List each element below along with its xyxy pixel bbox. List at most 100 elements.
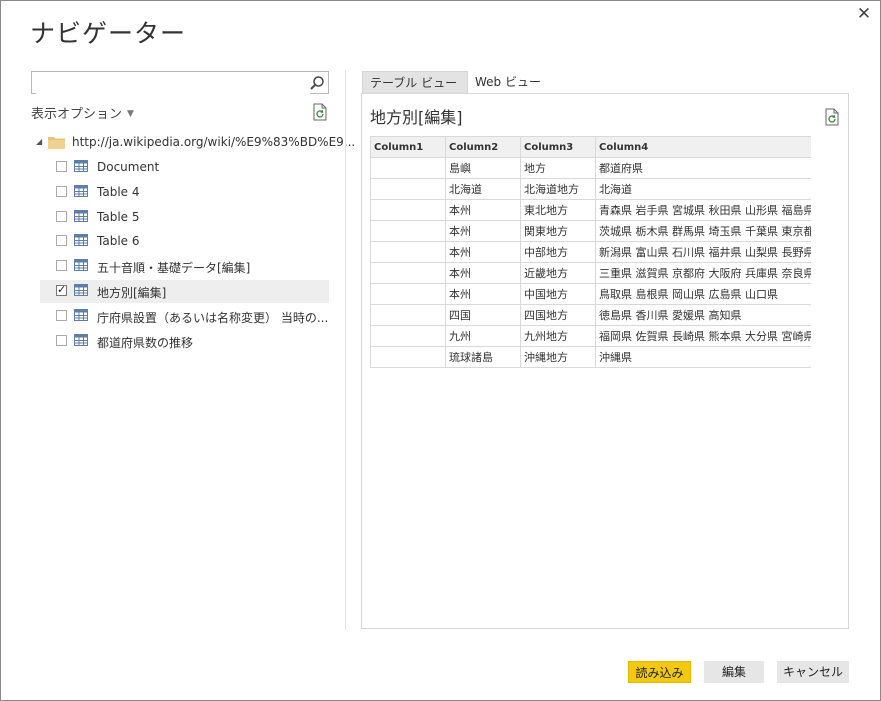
table-cell: 九州	[445, 325, 521, 347]
table-row: 本州 東北地方 青森県 岩手県 宮城県 秋田県 山形県 福島県	[370, 199, 811, 221]
tree-item-checkbox[interactable]	[56, 283, 67, 296]
tree-item-checkbox[interactable]	[56, 335, 67, 346]
column-header[interactable]: Column2	[445, 136, 521, 158]
preview-title: 地方別[編集]	[370, 108, 463, 127]
table-row: 本州 中部地方 新潟県 富山県 石川県 福井県 山梨県 長野県	[370, 241, 811, 263]
chevron-down-icon: ▼	[127, 109, 134, 119]
tree-item-label: Table 6	[97, 234, 140, 248]
table-cell: 青森県 岩手県 宮城県 秋田県 山形県 福島県	[595, 199, 811, 221]
table-icon	[74, 309, 88, 321]
display-options-dropdown[interactable]: 表示オプション ▼	[31, 103, 134, 122]
collapse-triangle-icon[interactable]: ◢	[36, 137, 42, 146]
close-icon[interactable]: ✕	[855, 5, 873, 23]
table-cell: 関東地方	[520, 220, 596, 242]
table-cell: 鳥取県 島根県 岡山県 広島県 山口県	[595, 283, 811, 305]
column-header[interactable]: Column4	[595, 136, 811, 158]
table-cell: 中国地方	[520, 283, 596, 305]
tree-item[interactable]: Document	[40, 156, 329, 179]
tree-item[interactable]: 五十音順・基礎データ[編集]	[40, 255, 329, 278]
table-cell: 徳島県 香川県 愛媛県 高知県	[595, 304, 811, 326]
table-cell: 北海道地方	[520, 178, 596, 200]
table-cell: 新潟県 富山県 石川県 福井県 山梨県 長野県	[595, 241, 811, 263]
tree-item[interactable]: Table 5	[40, 206, 329, 229]
tab-web-view[interactable]: Web ビュー	[468, 71, 548, 93]
table-cell: 福岡県 佐賀県 長崎県 熊本県 大分県 宮崎県	[595, 325, 811, 347]
table-row: 九州 九州地方 福岡県 佐賀県 長崎県 熊本県 大分県 宮崎県	[370, 325, 811, 347]
table-cell: 四国	[445, 304, 521, 326]
tab-table-view[interactable]: テーブル ビュー	[362, 71, 468, 93]
refresh-icon[interactable]	[312, 103, 328, 121]
tree-item[interactable]: 都道府県数の推移	[40, 330, 329, 353]
table-cell: 沖縄地方	[520, 346, 596, 368]
table-cell: 島嶼	[445, 157, 521, 179]
table-cell	[370, 157, 446, 179]
tree-item-checkbox[interactable]	[56, 310, 67, 321]
table-cell: 三重県 滋賀県 京都府 大阪府 兵庫県 奈良県	[595, 262, 811, 284]
table-cell: 近畿地方	[520, 262, 596, 284]
table-row: 本州 関東地方 茨城県 栃木県 群馬県 埼玉県 千葉県 東京都	[370, 220, 811, 242]
table-row: 島嶼 地方 都道府県	[370, 157, 811, 179]
table-cell: 琉球諸島	[445, 346, 521, 368]
table-cell	[370, 346, 446, 368]
folder-icon	[48, 137, 65, 149]
tree-item[interactable]: 地方別[編集]	[40, 280, 329, 303]
table-cell	[370, 178, 446, 200]
table-cell: 本州	[445, 199, 521, 221]
tree-item[interactable]: 庁府県設置（あるいは名称変更） 当時の...	[40, 305, 329, 328]
table-cell	[370, 262, 446, 284]
search-box	[31, 71, 329, 94]
table-cell: 沖縄県	[595, 346, 811, 368]
tree-item[interactable]: Table 6	[40, 230, 329, 253]
table-cell: 本州	[445, 220, 521, 242]
edit-button[interactable]: 編集	[704, 661, 764, 683]
tree-item-label: 庁府県設置（あるいは名称変更） 当時の...	[97, 311, 329, 325]
table-cell: 四国地方	[520, 304, 596, 326]
tree-item-checkbox[interactable]	[56, 235, 67, 246]
tree-item[interactable]: Table 4	[40, 181, 329, 204]
table-cell	[370, 241, 446, 263]
refresh-icon[interactable]	[824, 108, 840, 126]
column-header[interactable]: Column1	[370, 136, 446, 158]
table-cell	[370, 199, 446, 221]
tree-item-label: 都道府県数の推移	[97, 336, 194, 350]
tree-item-checkbox[interactable]	[56, 161, 67, 172]
table-icon	[74, 284, 88, 296]
table-cell: 北海道	[595, 178, 811, 200]
table-cell: 地方	[520, 157, 596, 179]
table-icon	[74, 210, 88, 222]
table-row: 四国 四国地方 徳島県 香川県 愛媛県 高知県	[370, 304, 811, 326]
preview-table-wrap[interactable]: Column1 Column2 Column3 Column4 島嶼 地方 都道府県 北海道…	[370, 136, 811, 368]
table-cell: 中部地方	[520, 241, 596, 263]
cancel-button[interactable]: キャンセル	[777, 661, 849, 683]
tree-item-label: Table 4	[97, 185, 140, 199]
table-cell	[370, 283, 446, 305]
table-icon	[74, 334, 88, 346]
table-row: 琉球諸島 沖縄地方 沖縄県	[370, 346, 811, 368]
table-icon	[74, 234, 88, 246]
table-cell: 北海道	[445, 178, 521, 200]
tree-root-url: http://ja.wikipedia.org/wiki/%E9%83%BD%E…	[72, 135, 356, 149]
table-icon	[74, 259, 88, 271]
table-cell: 東北地方	[520, 199, 596, 221]
search-icon[interactable]	[309, 75, 325, 91]
preview-table: Column1 Column2 Column3 Column4 島嶼 地方 都道府県 北海道…	[370, 136, 811, 368]
tree-item-checkbox[interactable]	[56, 260, 67, 271]
tree-item-checkbox[interactable]	[56, 186, 67, 197]
load-button[interactable]: 読み込み	[628, 661, 691, 683]
tree-item-label: 五十音順・基礎データ[編集]	[97, 261, 251, 275]
column-header[interactable]: Column3	[520, 136, 596, 158]
display-options-label: 表示オプション	[31, 107, 123, 122]
table-cell: 茨城県 栃木県 群馬県 埼玉県 千葉県 東京都	[595, 220, 811, 242]
table-cell: 本州	[445, 283, 521, 305]
tree-item-checkbox[interactable]	[56, 211, 67, 222]
table-cell: 本州	[445, 241, 521, 263]
table-cell: 都道府県	[595, 157, 811, 179]
tree-item-label: Table 5	[97, 210, 140, 224]
search-input[interactable]	[36, 73, 310, 94]
dialog-title: ナビゲーター	[30, 19, 187, 48]
table-cell: 九州地方	[520, 325, 596, 347]
table-cell: 本州	[445, 262, 521, 284]
pane-divider[interactable]	[345, 70, 346, 630]
tree-item-label: 地方別[編集]	[97, 286, 167, 300]
table-row: 北海道 北海道地方 北海道	[370, 178, 811, 200]
